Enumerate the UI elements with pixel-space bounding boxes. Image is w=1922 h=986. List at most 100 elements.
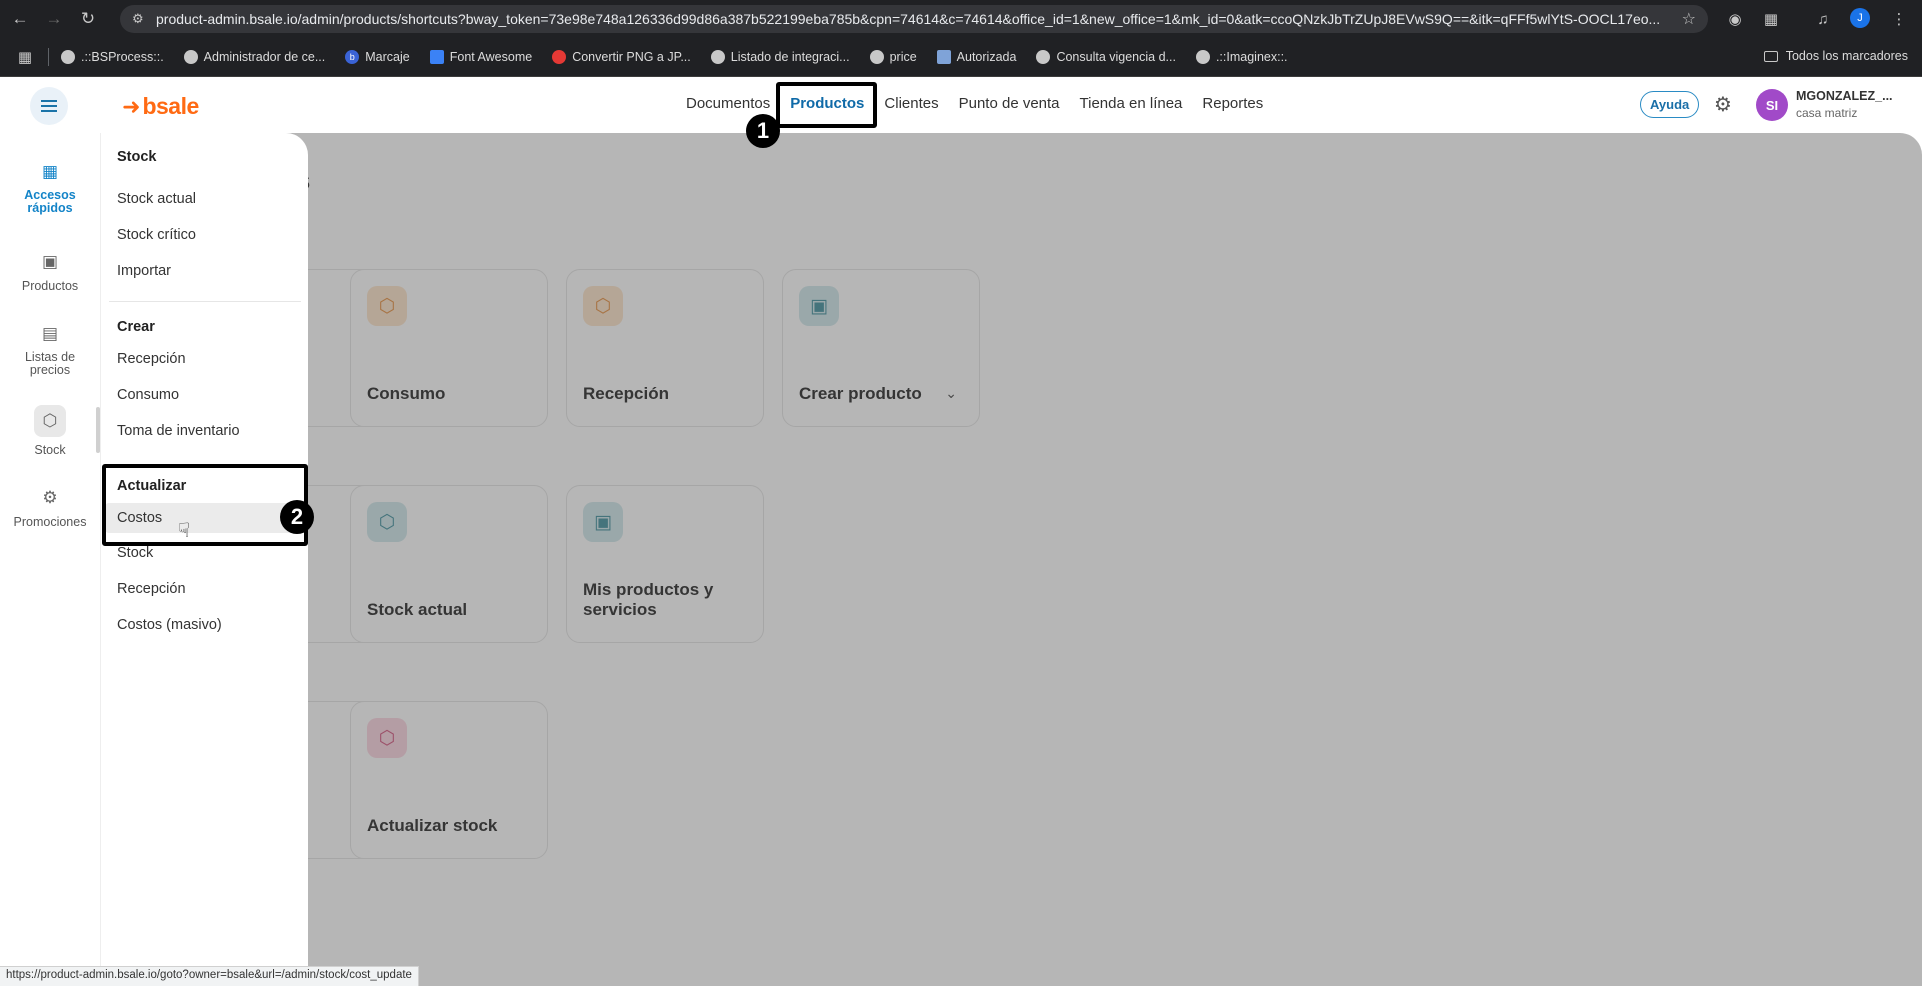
menu-divider xyxy=(109,301,301,302)
link-status-bar: https://product-admin.bsale.io/goto?owne… xyxy=(0,966,419,986)
globe-icon xyxy=(869,50,884,64)
menu-item-recepcion[interactable]: Recepción xyxy=(117,351,186,367)
bookmark-star-icon[interactable]: ☆ xyxy=(1682,9,1696,29)
bookmark-label: Font Awesome xyxy=(449,50,533,64)
nav-reportes[interactable]: Reportes xyxy=(1202,95,1263,112)
rail-item-listas-de-precios[interactable]: ▤ Listas de precios xyxy=(0,323,100,377)
rail-item-accesos-rapidos[interactable]: ▦ Accesos rápidos xyxy=(0,161,100,215)
menu-item-actualizar-stock[interactable]: Stock xyxy=(117,545,153,561)
rail-item-promociones[interactable]: ⚙ Promociones xyxy=(0,487,100,529)
nav-clientes[interactable]: Clientes xyxy=(884,95,938,112)
left-rail: ▦ Accesos rápidos ▣ Productos ▤ Listas d… xyxy=(0,133,100,986)
b-icon: b xyxy=(345,50,360,64)
bookmark-label: price xyxy=(889,50,917,64)
menu-item-stock-critico[interactable]: Stock crítico xyxy=(117,227,196,243)
rail-item-productos[interactable]: ▣ Productos xyxy=(0,251,100,293)
bookmark-label: Convertir PNG a JP... xyxy=(572,50,691,64)
nav-punto-de-venta[interactable]: Punto de venta xyxy=(959,95,1060,112)
rail-label: Productos xyxy=(21,279,79,293)
site-info-icon[interactable]: ⚙ xyxy=(132,11,152,27)
address-url[interactable]: product-admin.bsale.io/admin/products/sh… xyxy=(156,11,1676,27)
gear-icon[interactable]: ⚙ xyxy=(1712,94,1734,116)
bookmark-label: Administrador de ce... xyxy=(203,50,326,64)
bookmarks-bar: ▦ .::BSProcess::. Administrador de ce...… xyxy=(0,38,1922,77)
bookmark-item[interactable]: Autorizada xyxy=(936,50,1017,64)
promo-icon: ⚙ xyxy=(42,488,58,507)
all-bookmarks[interactable]: Todos los marcadores xyxy=(1763,49,1908,63)
menu-group-stock: Stock xyxy=(117,149,157,165)
help-button[interactable]: Ayuda xyxy=(1640,91,1700,118)
profile-avatar[interactable]: J xyxy=(1850,8,1870,28)
back-button[interactable]: ← xyxy=(6,5,34,33)
app-header: ➜ bsale Documentos Productos Clientes Pu… xyxy=(0,77,1922,133)
box-icon: ⬡ xyxy=(34,405,66,437)
hamburger-menu-icon[interactable] xyxy=(30,87,68,125)
menu-item-consumo[interactable]: Consumo xyxy=(117,387,179,403)
bookmark-item[interactable]: price xyxy=(869,50,917,64)
annotation-badge-1: 1 xyxy=(746,114,780,148)
modal-backdrop[interactable] xyxy=(100,133,1922,986)
chart-icon xyxy=(936,50,951,64)
rail-label: Listas de precios xyxy=(24,350,76,377)
bookmark-item[interactable]: Font Awesome xyxy=(429,50,533,64)
bookmark-label: .::Imaginex::. xyxy=(1215,50,1288,64)
all-bookmarks-label: Todos los marcadores xyxy=(1785,49,1908,63)
bookmark-label: Marcaje xyxy=(365,50,410,64)
bookmarks-separator xyxy=(48,48,49,66)
bookmark-item[interactable]: Convertir PNG a JP... xyxy=(552,50,691,64)
annotation-highlight-productos xyxy=(776,82,877,128)
price-list-icon: ▤ xyxy=(41,324,59,343)
rail-label: Accesos rápidos xyxy=(24,188,76,215)
address-bar[interactable]: ⚙ product-admin.bsale.io/admin/products/… xyxy=(120,5,1708,33)
forward-button[interactable]: → xyxy=(40,5,68,33)
menu-item-costos-masivo[interactable]: Costos (masivo) xyxy=(117,617,222,633)
extension-icon[interactable]: ◉ xyxy=(1724,8,1746,30)
bookmark-item[interactable]: .::Imaginex::. xyxy=(1195,50,1288,64)
convert-icon xyxy=(552,50,567,64)
extensions-puzzle-icon[interactable]: ▦ xyxy=(1760,8,1782,30)
globe-icon xyxy=(710,50,725,64)
bookmark-item[interactable]: Consulta vigencia d... xyxy=(1036,50,1176,64)
browser-menu-icon[interactable]: ⋮ xyxy=(1888,8,1910,30)
user-office: casa matriz xyxy=(1796,106,1858,120)
products-icon: ▣ xyxy=(41,252,59,271)
flag-icon xyxy=(429,50,444,64)
media-control-icon[interactable]: ♫ xyxy=(1812,8,1834,30)
bolt-icon: ➜ xyxy=(122,93,141,119)
nav-tienda-en-linea[interactable]: Tienda en línea xyxy=(1080,95,1183,112)
bookmark-item[interactable]: b Marcaje xyxy=(345,50,410,64)
rail-label: Promociones xyxy=(13,515,87,529)
menu-item-actualizar-recepcion[interactable]: Recepción xyxy=(117,581,186,597)
bookmark-item[interactable]: .::BSProcess::. xyxy=(61,50,164,64)
browser-toolbar: ← → ↻ ⚙ product-admin.bsale.io/admin/pro… xyxy=(0,0,1922,38)
nav-documentos[interactable]: Documentos xyxy=(686,95,770,112)
hand-cursor-icon: ☟ xyxy=(178,520,191,542)
bookmark-item[interactable]: Administrador de ce... xyxy=(183,50,326,64)
apps-grid-icon[interactable]: ▦ xyxy=(10,42,40,72)
bookmark-label: Autorizada xyxy=(956,50,1017,64)
products-dropdown-menu: Stock Stock actual Stock crítico Importa… xyxy=(100,133,308,986)
menu-item-stock-actual[interactable]: Stock actual xyxy=(117,191,196,207)
folder-icon xyxy=(1763,50,1778,62)
menu-item-importar[interactable]: Importar xyxy=(117,263,171,279)
globe-icon xyxy=(1036,50,1051,64)
globe-icon xyxy=(61,50,75,64)
logo-text: bsale xyxy=(142,93,199,119)
menu-item-toma-de-inventario[interactable]: Toma de inventario xyxy=(117,423,240,439)
annotation-badge-2: 2 xyxy=(280,500,314,534)
rail-item-stock[interactable]: ⬡ Stock xyxy=(0,405,100,457)
user-name[interactable]: MGONZALEZ_... xyxy=(1796,89,1893,103)
bookmark-label: Consulta vigencia d... xyxy=(1056,50,1176,64)
menu-group-crear: Crear xyxy=(117,319,155,335)
dashboard-icon: ▦ xyxy=(41,162,59,181)
bookmark-label: .::BSProcess::. xyxy=(81,50,164,64)
reload-button[interactable]: ↻ xyxy=(74,5,102,33)
rail-label: Stock xyxy=(34,443,66,457)
globe-icon xyxy=(183,50,198,64)
globe-icon xyxy=(1195,50,1210,64)
bsale-logo[interactable]: ➜ bsale xyxy=(122,93,199,120)
user-avatar[interactable]: SI xyxy=(1756,89,1788,121)
bookmark-label: Listado de integraci... xyxy=(730,50,850,64)
annotation-highlight-costos xyxy=(102,464,308,546)
bookmark-item[interactable]: Listado de integraci... xyxy=(710,50,850,64)
